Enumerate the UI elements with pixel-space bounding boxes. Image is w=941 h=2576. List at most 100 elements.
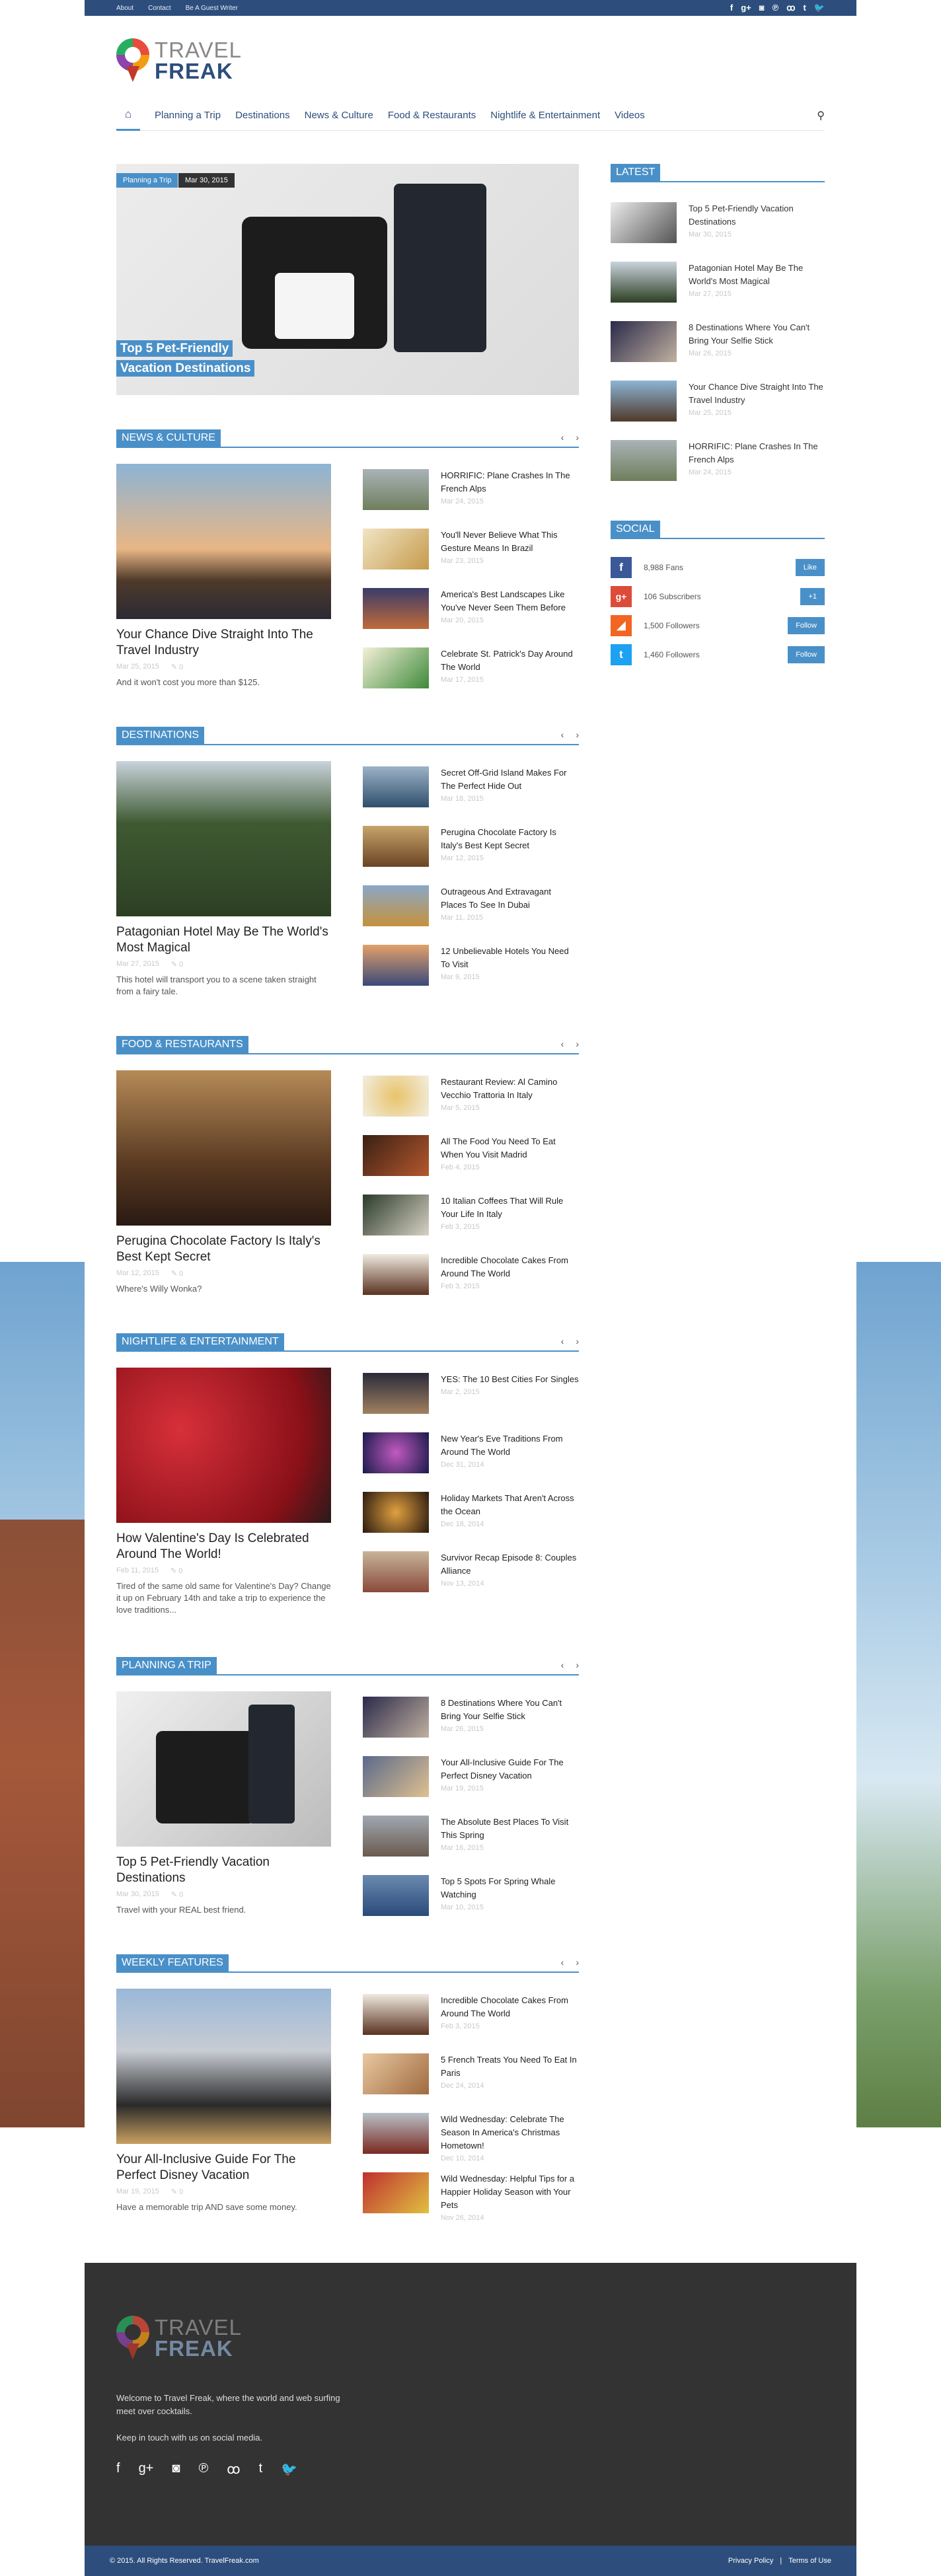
- featured-title[interactable]: Perugina Chocolate Factory Is Italy's Be…: [116, 1233, 331, 1265]
- prev-arrow-icon[interactable]: ‹: [561, 729, 564, 740]
- list-item[interactable]: YES: The 10 Best Cities For Singles Mar 2…: [363, 1373, 579, 1414]
- item-title[interactable]: America's Best Landscapes Like You've Ne…: [441, 588, 579, 614]
- nav-food[interactable]: Food & Restaurants: [388, 110, 476, 121]
- thumbnail[interactable]: [363, 1135, 429, 1176]
- thumbnail[interactable]: [363, 2053, 429, 2094]
- list-item[interactable]: The Absolute Best Places To Visit This S…: [363, 1816, 579, 1857]
- item-title[interactable]: HORRIFIC: Plane Crashes In The French Al…: [689, 440, 825, 466]
- thumbnail[interactable]: [611, 381, 677, 422]
- nav-news[interactable]: News & Culture: [305, 110, 373, 121]
- guest-writer-link[interactable]: Be A Guest Writer: [186, 5, 238, 12]
- search-icon[interactable]: ⚲: [817, 109, 825, 122]
- latest-item[interactable]: Top 5 Pet-Friendly Vacation Destinations…: [611, 202, 825, 243]
- thumbnail[interactable]: [363, 885, 429, 926]
- thumbnail[interactable]: [363, 1373, 429, 1414]
- latest-item[interactable]: 8 Destinations Where You Can't Bring You…: [611, 321, 825, 362]
- featured-title[interactable]: Your All-Inclusive Guide For The Perfect…: [116, 2152, 331, 2184]
- featured-title[interactable]: Top 5 Pet-Friendly Vacation Destinations: [116, 1855, 331, 1886]
- featured-post[interactable]: Perugina Chocolate Factory Is Italy's Be…: [116, 1070, 331, 1295]
- featured-image[interactable]: [116, 761, 331, 916]
- item-title[interactable]: 10 Italian Coffees That Will Rule Your L…: [441, 1195, 579, 1221]
- featured-title[interactable]: How Valentine's Day Is Celebrated Around…: [116, 1531, 331, 1563]
- item-title[interactable]: Holiday Markets That Aren't Across the O…: [441, 1492, 579, 1518]
- item-title[interactable]: Top 5 Spots For Spring Whale Watching: [441, 1875, 579, 1901]
- latest-item[interactable]: Patagonian Hotel May Be The World's Most…: [611, 262, 825, 303]
- site-logo[interactable]: TRAVEL FREAK: [116, 38, 242, 83]
- list-item[interactable]: Outrageous And Extravagant Places To See…: [363, 885, 579, 926]
- tumblr-icon[interactable]: t: [803, 3, 806, 13]
- list-item[interactable]: 5 French Treats You Need To Eat In Paris…: [363, 2053, 579, 2094]
- thumbnail[interactable]: [363, 1551, 429, 1592]
- featured-post[interactable]: Your All-Inclusive Guide For The Perfect…: [116, 1989, 331, 2213]
- next-arrow-icon[interactable]: ›: [576, 432, 579, 443]
- home-icon[interactable]: ⌂: [116, 100, 140, 131]
- section-label[interactable]: NIGHTLIFE & ENTERTAINMENT: [116, 1333, 284, 1350]
- facebook-icon[interactable]: f: [730, 3, 733, 13]
- footer-logo[interactable]: TRAVEL FREAK: [116, 2316, 242, 2361]
- list-item[interactable]: 10 Italian Coffees That Will Rule Your L…: [363, 1195, 579, 1235]
- list-item[interactable]: Celebrate St. Patrick's Day Around The W…: [363, 647, 579, 688]
- hero-category-tag[interactable]: Planning a Trip: [116, 173, 178, 188]
- facebook-icon[interactable]: f: [116, 2461, 120, 2478]
- list-item[interactable]: Your All-Inclusive Guide For The Perfect…: [363, 1756, 579, 1797]
- thumbnail[interactable]: [363, 1697, 429, 1738]
- list-item[interactable]: Holiday Markets That Aren't Across the O…: [363, 1492, 579, 1533]
- item-title[interactable]: Wild Wednesday: Helpful Tips for a Happi…: [441, 2172, 579, 2212]
- featured-post[interactable]: How Valentine's Day Is Celebrated Around…: [116, 1368, 331, 1616]
- next-arrow-icon[interactable]: ›: [576, 1660, 579, 1670]
- thumbnail[interactable]: [363, 826, 429, 867]
- item-title[interactable]: 12 Unbelievable Hotels You Need To Visit: [441, 945, 579, 971]
- list-item[interactable]: Wild Wednesday: Helpful Tips for a Happi…: [363, 2172, 579, 2222]
- next-arrow-icon[interactable]: ›: [576, 729, 579, 740]
- thumbnail[interactable]: [363, 469, 429, 510]
- thumbnail[interactable]: [363, 529, 429, 570]
- hero-title[interactable]: Top 5 Pet-Friendly Vacation Destinations: [116, 339, 268, 379]
- list-item[interactable]: America's Best Landscapes Like You've Ne…: [363, 588, 579, 629]
- section-label[interactable]: PLANNING A TRIP: [116, 1657, 217, 1674]
- item-title[interactable]: Restaurant Review: Al Camino Vecchio Tra…: [441, 1076, 579, 1102]
- thumbnail[interactable]: [363, 1816, 429, 1857]
- list-item[interactable]: Incredible Chocolate Cakes From Around T…: [363, 1254, 579, 1295]
- nav-destinations[interactable]: Destinations: [235, 110, 290, 121]
- list-item[interactable]: Restaurant Review: Al Camino Vecchio Tra…: [363, 1076, 579, 1117]
- item-title[interactable]: Top 5 Pet-Friendly Vacation Destinations: [689, 202, 825, 229]
- terms-link[interactable]: Terms of Use: [788, 2557, 831, 2565]
- prev-arrow-icon[interactable]: ‹: [561, 432, 564, 443]
- featured-image[interactable]: [116, 464, 331, 619]
- thumbnail[interactable]: [363, 2113, 429, 2154]
- list-item[interactable]: 8 Destinations Where You Can't Bring You…: [363, 1697, 579, 1738]
- item-title[interactable]: Incredible Chocolate Cakes From Around T…: [441, 1254, 579, 1280]
- featured-image[interactable]: [116, 1368, 331, 1523]
- item-title[interactable]: Wild Wednesday: Celebrate The Season In …: [441, 2113, 579, 2153]
- list-item[interactable]: HORRIFIC: Plane Crashes In The French Al…: [363, 469, 579, 510]
- item-title[interactable]: Your Chance Dive Straight Into The Trave…: [689, 381, 825, 407]
- list-item[interactable]: Top 5 Spots For Spring Whale Watching Mar…: [363, 1875, 579, 1916]
- item-title[interactable]: Celebrate St. Patrick's Day Around The W…: [441, 647, 579, 674]
- nav-planning[interactable]: Planning a Trip: [155, 110, 221, 121]
- featured-post[interactable]: Patagonian Hotel May Be The World's Most…: [116, 761, 331, 998]
- privacy-link[interactable]: Privacy Policy: [728, 2557, 773, 2565]
- plus-one-button[interactable]: +1: [800, 588, 825, 605]
- featured-post[interactable]: Top 5 Pet-Friendly Vacation Destinations…: [116, 1691, 331, 1916]
- follow-button[interactable]: Follow: [788, 617, 825, 634]
- hero-feature[interactable]: Planning a Trip Mar 30, 2015 Top 5 Pet-F…: [116, 164, 579, 395]
- thumbnail[interactable]: [363, 2172, 429, 2213]
- featured-title[interactable]: Patagonian Hotel May Be The World's Most…: [116, 924, 331, 956]
- thumbnail[interactable]: [611, 262, 677, 303]
- nav-videos[interactable]: Videos: [615, 110, 645, 121]
- thumbnail[interactable]: [363, 1994, 429, 2035]
- next-arrow-icon[interactable]: ›: [576, 1957, 579, 1968]
- like-button[interactable]: Like: [795, 559, 825, 576]
- thumbnail[interactable]: [363, 945, 429, 986]
- prev-arrow-icon[interactable]: ‹: [561, 1660, 564, 1670]
- thumbnail[interactable]: [611, 202, 677, 243]
- prev-arrow-icon[interactable]: ‹: [561, 1336, 564, 1346]
- pinterest-icon[interactable]: ℗: [198, 2461, 208, 2478]
- rss-icon[interactable]: ◢: [611, 615, 632, 636]
- thumbnail[interactable]: [363, 1492, 429, 1533]
- thumbnail[interactable]: [363, 1756, 429, 1797]
- section-label[interactable]: FOOD & RESTAURANTS: [116, 1036, 248, 1053]
- featured-title[interactable]: Your Chance Dive Straight Into The Trave…: [116, 627, 331, 659]
- list-item[interactable]: All The Food You Need To Eat When You Vi…: [363, 1135, 579, 1176]
- item-title[interactable]: Patagonian Hotel May Be The World's Most…: [689, 262, 825, 288]
